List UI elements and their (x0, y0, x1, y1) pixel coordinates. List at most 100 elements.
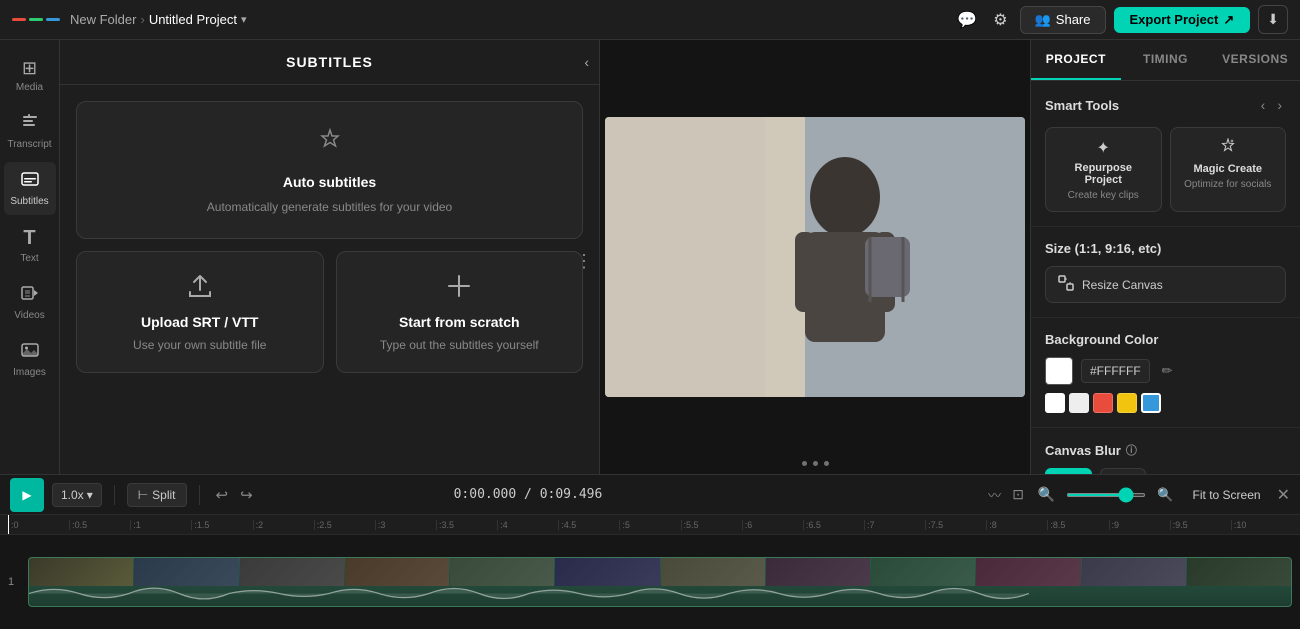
start-from-scratch-desc: Type out the subtitles yourself (380, 338, 539, 352)
topbar-actions: 💬 ⚙ 👥 Share Export Project ↗ ⬇ (953, 5, 1288, 34)
auto-subtitles-title: Auto subtitles (283, 174, 376, 190)
close-timeline-button[interactable]: ✕ (1277, 485, 1290, 505)
sidebar-item-subtitles[interactable]: Subtitles (4, 162, 56, 215)
video-dots-indicator (802, 461, 829, 466)
zoom-in-button[interactable]: 🔍 (1154, 484, 1176, 506)
ruler-mark: :0.5 (69, 520, 130, 530)
download-button[interactable]: ⬇ (1258, 5, 1288, 34)
resize-canvas-button[interactable]: Resize Canvas (1045, 266, 1286, 303)
split-button[interactable]: ⊢ Split (127, 483, 187, 507)
auto-subtitles-desc: Automatically generate subtitles for you… (207, 200, 452, 214)
timeline-right-controls: 〰 ⊡ 🔍 🔍 Fit to Screen ✕ (988, 483, 1290, 506)
repurpose-project-card[interactable]: ✦ Repurpose Project Create key clips (1045, 127, 1162, 212)
magic-create-card[interactable]: Magic Create Optimize for socials (1170, 127, 1287, 212)
fit-to-screen-button[interactable]: Fit to Screen (1185, 484, 1269, 506)
smart-tools-title: Smart Tools ‹ › (1045, 95, 1286, 115)
edit-color-icon[interactable]: ✏ (1162, 363, 1173, 379)
play-icon: ▶ (22, 488, 31, 502)
undo-button[interactable]: ↩ (212, 482, 233, 508)
play-button[interactable]: ▶ (10, 478, 44, 512)
tab-versions[interactable]: VERSIONS (1210, 40, 1300, 80)
color-swatch-main[interactable] (1045, 357, 1073, 385)
start-from-scratch-card[interactable]: Start from scratch Type out the subtitle… (336, 251, 584, 373)
magic-create-title: Magic Create (1194, 163, 1262, 175)
share-icon-btn[interactable]: 💬 (953, 6, 981, 34)
right-panel: PROJECT TIMING VERSIONS Smart Tools ‹ › … (1030, 40, 1300, 474)
subtitles-icon (21, 170, 39, 193)
ruler-mark: :5 (619, 520, 680, 530)
chevron-down-icon[interactable]: ▾ (241, 13, 247, 26)
tab-project[interactable]: PROJECT (1031, 40, 1121, 80)
settings-icon-btn[interactable]: ⚙ (989, 6, 1011, 34)
logo-bar-green (29, 18, 43, 21)
sidebar-item-text[interactable]: T Text (4, 219, 56, 272)
ruler-mark: :3 (375, 520, 436, 530)
upload-srt-desc: Use your own subtitle file (133, 338, 266, 352)
ruler-mark: :10 (1231, 520, 1292, 530)
zoom-fit-button[interactable]: ⊡ (1009, 483, 1027, 506)
auto-subtitles-icon (314, 126, 346, 164)
video-track-clip[interactable] (28, 557, 1292, 607)
speed-button[interactable]: 1.0x ▾ (52, 483, 102, 507)
sidebar-item-media[interactable]: ⊞ Media (4, 50, 56, 101)
more-options-icon[interactable]: ⋮ (575, 251, 593, 272)
auto-subtitles-card[interactable]: Auto subtitles Automatically generate su… (76, 101, 583, 239)
export-button[interactable]: Export Project ↗ (1114, 7, 1251, 33)
project-name: Untitled Project (149, 12, 237, 27)
logo-bar-blue (46, 18, 60, 21)
ruler-mark: :6.5 (803, 520, 864, 530)
split-label: Split (152, 488, 175, 502)
ruler-mark: :1 (130, 520, 191, 530)
split-icon: ⊢ (138, 488, 148, 502)
tab-timing[interactable]: TIMING (1121, 40, 1211, 80)
subtitles-options: Auto subtitles Automatically generate su… (60, 85, 599, 389)
sidebar-item-transcript[interactable]: Transcript (4, 105, 56, 158)
canvas-blur-section: Canvas Blur ⓘ Off On (1031, 428, 1300, 474)
waveform-icon: 〰 (988, 485, 1001, 504)
playhead[interactable] (8, 515, 9, 534)
ruler-mark: :3.5 (436, 520, 497, 530)
repurpose-title: Repurpose Project (1056, 162, 1151, 186)
export-icon: ↗ (1223, 12, 1234, 28)
ruler-mark: :6 (742, 520, 803, 530)
right-panel-tabs: PROJECT TIMING VERSIONS (1031, 40, 1300, 81)
redo-button[interactable]: ↪ (236, 482, 257, 508)
waveform-svg (29, 581, 1029, 606)
ruler-mark: :0 (8, 520, 69, 530)
sidebar-item-images[interactable]: Images (4, 333, 56, 386)
timeline-track-area: 1 (0, 535, 1300, 629)
sidebar-item-label: Subtitles (10, 196, 48, 207)
smart-tools-prev-button[interactable]: ‹ (1257, 95, 1270, 115)
current-time: 0:00.000 (454, 487, 517, 502)
collapse-panel-button[interactable]: ‹ (574, 46, 599, 78)
sidebar-item-label: Transcript (7, 139, 51, 150)
timeline-ruler: :0 :0.5 :1 :1.5 :2 :2.5 :3 :3.5 :4 :4.5 … (0, 515, 1300, 535)
subtitles-header: SUBTITLES ‹ (60, 40, 599, 85)
video-dot (802, 461, 807, 466)
ruler-mark: :4 (497, 520, 558, 530)
upload-srt-card[interactable]: Upload SRT / VTT Use your own subtitle f… (76, 251, 324, 373)
timeline-toolbar: ▶ 1.0x ▾ ⊢ Split ↩ ↪ 0:00.000 / 0:09.496… (0, 475, 1300, 515)
main-layout: ⊞ Media Transcript Subtitles T Text Vide… (0, 40, 1300, 474)
ruler-mark: :9.5 (1170, 520, 1231, 530)
color-preset-yellow[interactable] (1117, 393, 1137, 413)
color-preset-red[interactable] (1093, 393, 1113, 413)
color-preset-white1[interactable] (1045, 393, 1065, 413)
sidebar-item-videos[interactable]: Videos (4, 276, 56, 329)
color-preset-blue[interactable] (1141, 393, 1161, 413)
breadcrumb: New Folder › Untitled Project ▾ (70, 12, 247, 27)
timeline-area: ▶ 1.0x ▾ ⊢ Split ↩ ↪ 0:00.000 / 0:09.496… (0, 474, 1300, 629)
share-button[interactable]: 👥 Share (1020, 6, 1106, 34)
upload-srt-title: Upload SRT / VTT (141, 314, 258, 330)
zoom-out-button[interactable]: 🔍 (1035, 483, 1058, 506)
zoom-slider[interactable] (1066, 493, 1146, 497)
smart-tools-nav: ‹ › (1257, 95, 1286, 115)
timecode-display: 0:00.000 / 0:09.496 (454, 487, 603, 502)
breadcrumb-sep: › (140, 12, 144, 27)
color-preset-white2[interactable] (1069, 393, 1089, 413)
resize-canvas-icon (1058, 275, 1074, 294)
ruler-mark: :7.5 (925, 520, 986, 530)
canvas-blur-label: Canvas Blur (1045, 443, 1121, 458)
logo-bar-red (12, 18, 26, 21)
smart-tools-next-button[interactable]: › (1273, 95, 1286, 115)
